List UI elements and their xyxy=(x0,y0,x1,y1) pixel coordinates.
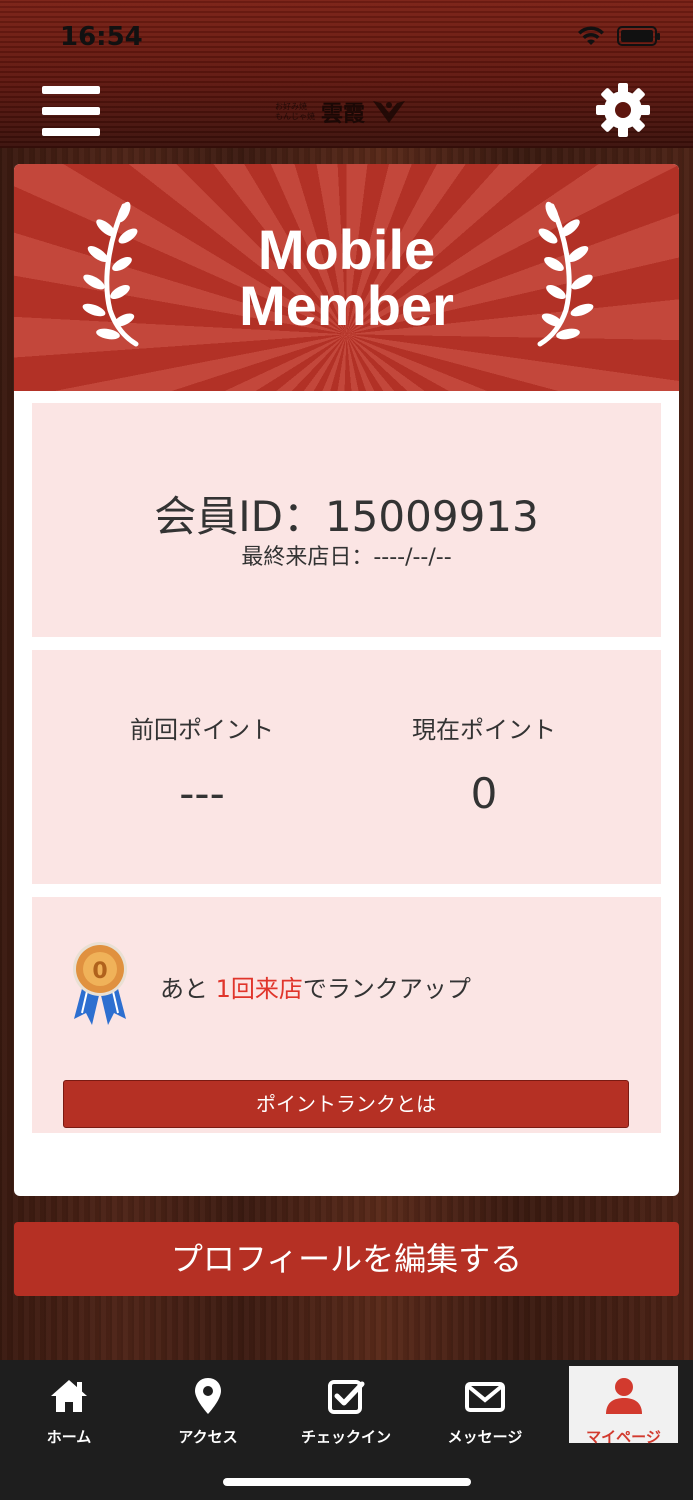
tab-home-label: ホーム xyxy=(46,1428,92,1446)
current-points-value: 0 xyxy=(470,769,498,818)
status-time: 16:54 xyxy=(60,22,143,52)
rank-panel: 0 あと 1回来店でランクアップ ポイントランクとは xyxy=(32,897,661,1133)
logo-subtext: お好み焼 もんじゃ焼 xyxy=(275,102,315,121)
rank-text-suffix: でランクアップ xyxy=(302,975,471,1003)
menu-bar-2 xyxy=(42,107,100,115)
laurel-icon xyxy=(537,201,594,347)
person-icon xyxy=(605,1378,642,1414)
home-icon xyxy=(51,1380,87,1412)
logo-mark-icon xyxy=(373,101,406,123)
previous-points: 前回ポイント --- xyxy=(72,710,332,818)
wifi-icon xyxy=(578,26,604,45)
member-card: Mobile Member 会員ID：15009913 最終来店日：----/-… xyxy=(14,164,679,1196)
current-points: 現在ポイント 0 xyxy=(354,710,614,818)
home-indicator[interactable] xyxy=(223,1478,471,1486)
settings-gear-icon[interactable] xyxy=(595,82,651,138)
points-panel: 前回ポイント --- 現在ポイント 0 xyxy=(32,650,661,884)
battery-icon xyxy=(617,26,660,46)
bronze-medal-icon: 0 xyxy=(73,942,127,1025)
map-pin-icon xyxy=(195,1378,221,1414)
current-points-label: 現在ポイント xyxy=(412,716,556,744)
app-logo: お好み焼 もんじゃ焼 雲霞 xyxy=(275,92,420,132)
app-header: 16:54 お好み焼 もんじゃ焼 雲霞 xyxy=(0,0,693,148)
menu-button[interactable] xyxy=(42,86,100,136)
tab-message-label: メッセージ xyxy=(447,1428,523,1446)
status-icons xyxy=(577,26,660,46)
logo-text: 雲霞 xyxy=(321,101,366,127)
envelope-icon xyxy=(465,1382,505,1412)
medal-number: 0 xyxy=(92,959,107,984)
tab-message[interactable]: メッセージ xyxy=(430,1366,540,1446)
previous-points-value: --- xyxy=(179,769,225,818)
menu-bar-1 xyxy=(42,86,100,94)
rank-text-prefix: あと xyxy=(160,975,216,1003)
tab-mypage[interactable]: マイページ xyxy=(569,1366,678,1446)
tab-checkin-label: チェックイン xyxy=(300,1428,391,1446)
previous-points-label: 前回ポイント xyxy=(130,716,274,744)
member-banner: Mobile Member xyxy=(14,164,679,391)
tab-home[interactable]: ホーム xyxy=(14,1366,124,1446)
point-rank-info-button[interactable]: ポイントランクとは xyxy=(63,1080,629,1128)
last-visit-date: 最終来店日：----/--/-- xyxy=(241,545,452,570)
tab-mypage-label: マイページ xyxy=(586,1428,661,1446)
tab-access-label: アクセス xyxy=(178,1428,238,1446)
tab-checkin[interactable]: チェックイン xyxy=(291,1366,401,1446)
edit-profile-button[interactable]: プロフィールを編集する xyxy=(14,1222,679,1296)
member-id: 会員ID：15009913 xyxy=(154,492,539,541)
rank-up-text: あと 1回来店でランクアップ xyxy=(160,969,471,1004)
member-id-panel: 会員ID：15009913 最終来店日：----/--/-- xyxy=(32,403,661,637)
tab-access[interactable]: アクセス xyxy=(153,1366,263,1446)
menu-bar-3 xyxy=(42,128,100,136)
rank-text-highlight: 1回来店 xyxy=(215,975,303,1003)
checkin-icon xyxy=(328,1380,365,1414)
